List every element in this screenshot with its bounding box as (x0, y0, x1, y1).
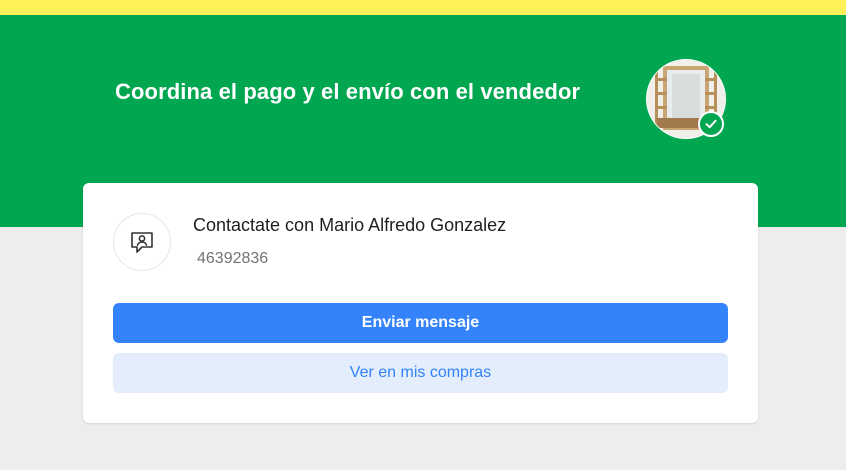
page-title: Coordina el pago y el envío con el vende… (115, 79, 581, 104)
send-message-button[interactable]: Enviar mensaje (113, 303, 728, 343)
top-bar (0, 0, 846, 15)
product-thumbnail (646, 59, 726, 139)
contact-phone: 46392836 (197, 250, 269, 267)
check-icon (698, 111, 724, 137)
view-purchases-button[interactable]: Ver en mis compras (113, 353, 728, 393)
contact-message-icon (113, 213, 171, 271)
contact-title: Contactate con Mario Alfredo Gonzalez (193, 215, 507, 235)
seller-contact-card: Contactate con Mario Alfredo Gonzalez 46… (83, 183, 758, 423)
